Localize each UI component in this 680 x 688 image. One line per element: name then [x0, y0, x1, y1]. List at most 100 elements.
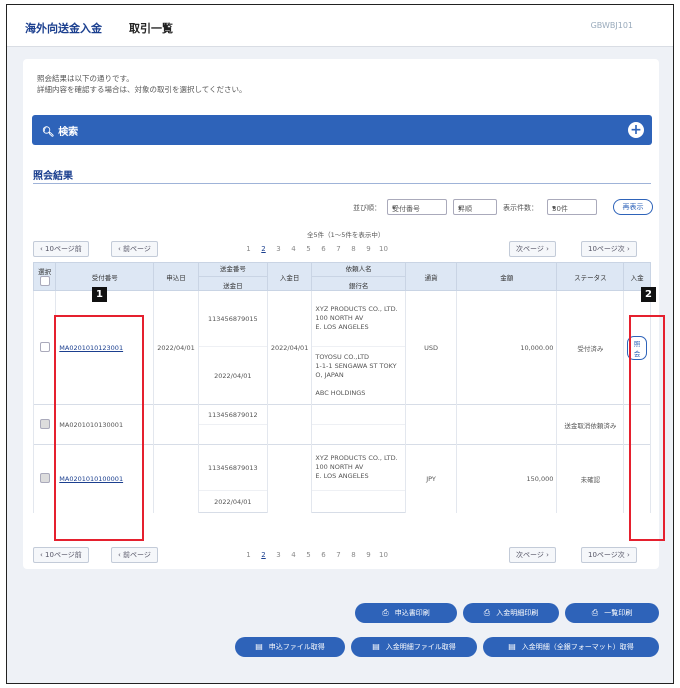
- remit-date: 2022/04/01: [197, 490, 268, 513]
- file-download-icon: ▤: [372, 642, 380, 651]
- page-numbers: 1 2 3 4 5 6 7 8 9 10: [241, 245, 391, 253]
- col-remit-no[interactable]: 送金番号: [199, 263, 267, 273]
- remit-date: 2022/04/01: [197, 346, 268, 405]
- print-detail-label: 入金明細印刷: [496, 609, 539, 617]
- detail-file-button[interactable]: ▤ 入金明細ファイル取得: [351, 637, 477, 657]
- page-link[interactable]: 3: [271, 551, 286, 559]
- page-link[interactable]: 4: [286, 551, 301, 559]
- prev-button[interactable]: ‹ 前ページ: [111, 241, 158, 257]
- col-amount[interactable]: 金額: [456, 262, 558, 291]
- page-link[interactable]: 4: [286, 245, 301, 253]
- row-checkbox-disabled: [39, 418, 50, 429]
- next-button[interactable]: 次ページ ›: [509, 241, 556, 257]
- printer-icon: ⎙: [591, 608, 599, 617]
- page-link-current[interactable]: 2: [256, 551, 271, 559]
- sort-order-select[interactable]: 昇順 ▾: [453, 199, 497, 215]
- section-divider: [33, 183, 651, 184]
- page-link[interactable]: 7: [331, 551, 346, 559]
- prev10-button[interactable]: ‹ 10ページ前: [33, 547, 89, 563]
- page-link[interactable]: 6: [316, 551, 331, 559]
- chevron-down-icon: ▾: [552, 204, 556, 212]
- instructions: 照会結果は以下の通りです。 詳細内容を確認する場合は、対象の取引を選択してくださ…: [37, 73, 247, 95]
- search-label: 🔍︎ 検索: [42, 123, 78, 138]
- page-link[interactable]: 8: [346, 245, 361, 253]
- col-remit-date[interactable]: 送金日: [198, 276, 267, 290]
- status: 未確認: [556, 444, 625, 513]
- print-all-button[interactable]: ⎙ 一覧印刷: [565, 603, 659, 623]
- detail-file-label: 入金明細ファイル取得: [385, 643, 456, 651]
- page-link[interactable]: 5: [301, 551, 316, 559]
- file-download-icon: ▤: [255, 642, 263, 651]
- sort-field-select[interactable]: 受付番号 ▾: [387, 199, 447, 215]
- page-link[interactable]: 10: [376, 551, 391, 559]
- page-link[interactable]: 6: [316, 245, 331, 253]
- pager-bottom: ‹ 10ページ前 ‹ 前ページ 1 2 3 4 5 6 7 8 9 10 次ページ › 10ページ…: [33, 547, 651, 563]
- payer-line: E. LOS ANGELES: [315, 472, 369, 480]
- redisplay-button[interactable]: 再表示: [613, 199, 653, 215]
- action-buttons: ⎙ 申込書印刷 ⎙ 入金明細印刷 ⎙ 一覧印刷 ▤ 申込ファイル取得 ▤ 入金明細ファイル…: [7, 573, 673, 683]
- callout-box-1: [54, 315, 144, 541]
- col-select: 選択: [32, 262, 57, 291]
- row-checkbox[interactable]: [39, 341, 50, 352]
- col-bank[interactable]: 銀行名: [312, 276, 405, 290]
- count-select[interactable]: 30件 ▾: [547, 199, 597, 215]
- count-label: 表示件数：: [503, 204, 538, 212]
- callout-box-2: [629, 315, 665, 541]
- bank-line: [315, 380, 402, 389]
- page-link[interactable]: 7: [331, 245, 346, 253]
- payer-line: XYZ PRODUCTS CO., LTD.: [315, 305, 398, 313]
- instruction-line: 詳細内容を確認する場合は、対象の取引を選択してください。: [37, 85, 247, 94]
- print-application-label: 申込書印刷: [394, 609, 430, 617]
- prev-button[interactable]: ‹ 前ページ: [111, 547, 158, 563]
- next-button[interactable]: 次ページ ›: [509, 547, 556, 563]
- detail-file-zengin-button[interactable]: ▤ 入金明細（全銀フォーマット）取得: [483, 637, 659, 657]
- application-file-label: 申込ファイル取得: [268, 643, 325, 651]
- search-toggle-bar[interactable]: 🔍︎ 検索 +: [32, 115, 652, 145]
- page-link-current[interactable]: 2: [256, 245, 271, 253]
- file-download-icon: ▤: [508, 642, 516, 651]
- print-all-label: 一覧印刷: [604, 609, 633, 617]
- remit-no: 113456879012: [197, 404, 268, 425]
- col-currency[interactable]: 通貨: [404, 262, 458, 291]
- col-payer[interactable]: 依頼人名: [312, 263, 405, 273]
- page-link[interactable]: 10: [376, 245, 391, 253]
- amount: 150,000: [456, 444, 558, 513]
- page-link[interactable]: 9: [361, 551, 376, 559]
- payer-cell: XYZ PRODUCTS CO., LTD. 100 NORTH AV E. L…: [311, 290, 406, 347]
- search-icon: 🔍︎: [42, 127, 55, 138]
- page-link[interactable]: 1: [241, 551, 256, 559]
- col-names: 依頼人名 銀行名: [311, 262, 406, 291]
- bank-line: ABC HOLDINGS: [315, 389, 366, 397]
- payer-line: 100 NORTH AV: [315, 314, 364, 322]
- payer-cell: XYZ PRODUCTS CO., LTD. 100 NORTH AV E. L…: [311, 444, 406, 491]
- page-link[interactable]: 5: [301, 245, 316, 253]
- payer-line: 100 NORTH AV: [315, 463, 364, 471]
- print-detail-button[interactable]: ⎙ 入金明細印刷: [463, 603, 559, 623]
- col-date[interactable]: 申込日: [153, 262, 199, 291]
- next10-button[interactable]: 10ページ次 ›: [581, 547, 637, 563]
- next10-label: 10ページ次: [588, 551, 625, 559]
- select-all-checkbox[interactable]: [39, 275, 50, 286]
- status: 送金取消依頼済み: [556, 404, 625, 445]
- page-link[interactable]: 8: [346, 551, 361, 559]
- next10-button[interactable]: 10ページ次 ›: [581, 241, 637, 257]
- expand-plus-icon[interactable]: +: [628, 122, 644, 138]
- page-link[interactable]: 1: [241, 245, 256, 253]
- col-arrival-date[interactable]: 入金日: [266, 262, 313, 291]
- window-frame: 海外向送金入金 取引一覧 GBWBJ101 照会結果は以下の通りです。 詳細内容…: [6, 4, 674, 684]
- application-file-button[interactable]: ▤ 申込ファイル取得: [235, 637, 345, 657]
- chevron-down-icon: ▾: [458, 204, 462, 212]
- callout-badge-1: 1: [92, 287, 107, 302]
- prev-label: 前ページ: [123, 245, 151, 253]
- remit-no: 113456879013: [197, 444, 268, 491]
- col-status[interactable]: ステータス: [556, 262, 625, 291]
- row-checkbox-disabled: [39, 472, 50, 483]
- page-link[interactable]: 3: [271, 245, 286, 253]
- page-link[interactable]: 9: [361, 245, 376, 253]
- bank-cell: TOYOSU CO.,LTD 1-1-1 SENGAWA ST TOKY O, …: [311, 346, 406, 405]
- print-application-button[interactable]: ⎙ 申込書印刷: [355, 603, 457, 623]
- page-numbers: 1 2 3 4 5 6 7 8 9 10: [241, 551, 391, 559]
- prev10-button[interactable]: ‹ 10ページ前: [33, 241, 89, 257]
- app-title[interactable]: 海外向送金入金: [25, 20, 102, 36]
- detail-file-zengin-label: 入金明細（全銀フォーマット）取得: [521, 643, 634, 651]
